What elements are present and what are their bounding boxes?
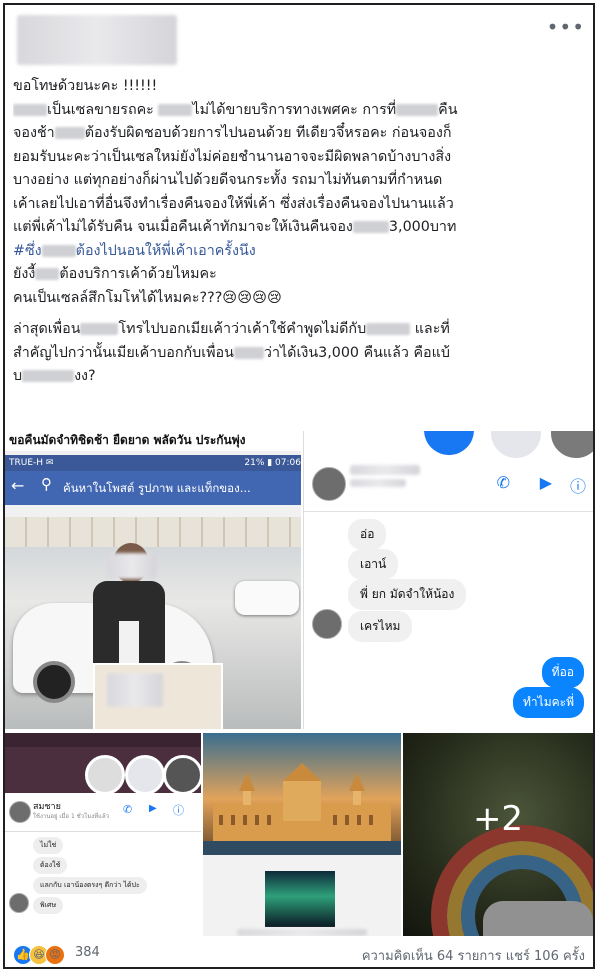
messenger-bubble xyxy=(488,431,544,461)
active-status: ใช้งานอยู่ เมื่อ 1 ชั่วโมงที่แล้ว xyxy=(33,813,110,820)
redacted-name xyxy=(35,268,60,280)
post-line: เป็นเซลขายรถคะ ไม่ได้ขายบริการทางเพศคะ ก… xyxy=(13,99,585,123)
chat-bubble-sent: ที่ออ xyxy=(541,657,584,688)
redacted-name xyxy=(158,103,193,116)
post-line: ล่าสุดเพื่อน โทรไปบอกเมียเค้าว่าเค้าใช้คำ… xyxy=(13,321,450,337)
chat-bubble: ต้องใช้ xyxy=(33,857,68,874)
more-horizontal-icon[interactable]: ••• xyxy=(547,15,585,39)
chat-bubble: เอาน์ xyxy=(348,549,399,580)
photo-profile-cover[interactable] xyxy=(203,733,401,936)
photo-grid: ขอคืนมัดจำทิชิดช้า ยืดยาด พลัดวัน ประกัน… xyxy=(5,431,593,936)
post-line: ยอมรับนะคะว่าเป็นเซลใหม่ยังไม่ค่อยชำนานอ… xyxy=(13,148,452,165)
redacted-name xyxy=(41,244,76,257)
chat-head-avatar xyxy=(548,431,593,461)
avatar xyxy=(312,467,346,501)
video-icon[interactable]: ▶ xyxy=(149,803,157,814)
post-line: ยังงี้ ต้องบริการเค้าด้วยไหมคะ xyxy=(13,266,217,282)
redacted-name xyxy=(54,127,85,139)
post-text: ขอโทษด้วยนะคะ !!!!!! เป็นเซลขายรถคะ ไม่ไ… xyxy=(13,75,585,389)
messenger-bubble xyxy=(424,431,474,455)
avatar xyxy=(9,893,29,913)
post-line: ขอโทษด้วยนะคะ !!!!!! xyxy=(13,78,158,94)
info-icon[interactable]: ⓘ xyxy=(570,473,586,497)
reaction-count[interactable]: 384 xyxy=(75,945,100,960)
phone-status-bar: TRUE-H ✉ 21% ▮ 07:06 xyxy=(5,455,301,471)
parliament-building xyxy=(213,763,391,843)
redacted-name xyxy=(366,323,411,335)
post-line: บางอย่าง แต่ทุกอย่างก็ผ่านไปด้วยดีจนกระท… xyxy=(13,172,443,188)
parked-car xyxy=(235,581,299,615)
avatar xyxy=(312,609,342,639)
post-line: แต่พี่เค้าไม่ได้รับคืน จนเมื่อคืนเค้าทัก… xyxy=(13,219,457,235)
chat-heads-bar xyxy=(5,733,201,795)
inset-photo xyxy=(93,663,223,729)
avatar xyxy=(9,801,31,823)
post-line: บงง? xyxy=(13,368,96,384)
info-icon[interactable]: ⓘ xyxy=(173,802,184,818)
post-line: คนเป็นเซลล์สึกโมโหได้ไหมคะ???😢😢😢😢 xyxy=(13,289,282,306)
blurred-name xyxy=(237,929,367,936)
chat-bubble: พิเศษ xyxy=(33,897,64,914)
more-photos-count[interactable]: +2 xyxy=(403,799,593,839)
river xyxy=(203,841,401,855)
redacted-name xyxy=(396,103,439,116)
call-icon[interactable]: ✆ xyxy=(497,473,510,492)
search-icon: ⚲ xyxy=(41,475,52,493)
chat-header: สมชาย ใช้งานอยู่ เมื่อ 1 ชั่วโมงที่แล้ว … xyxy=(5,795,201,832)
post-line: สำคัญไปกว่านั้นเมียเค้าบอกกับเพื่อน ว่าได… xyxy=(13,344,450,361)
redacted-name xyxy=(13,103,47,116)
profile-picture xyxy=(265,871,335,927)
blurred-face xyxy=(107,673,163,707)
search-placeholder: ค้นหาในโพสต์ รูปภาพ และแท็กของ... xyxy=(63,481,251,495)
photo-chat-screenshot[interactable]: ✆ ▶ ⓘ อ่อ เอาน์ พี่ ยก มัดจำให้น้อง เครไ… xyxy=(303,431,593,729)
redacted-name xyxy=(80,323,119,335)
chat-head-avatar xyxy=(163,755,201,795)
chat-header: ✆ ▶ ⓘ xyxy=(304,459,593,512)
chat-bubble: เครไหม xyxy=(348,611,413,642)
chat-bubble: พี่ ยก มัดจำให้น้อง xyxy=(348,579,467,610)
screenshot-banner: ขอคืนมัดจำทิชิดช้า ยืดยาด พลัดวัน ประกัน… xyxy=(5,431,301,451)
chat-bubble-sent: ทำไมคะพี่ xyxy=(513,687,584,718)
hashtag-line[interactable]: #ซึ่ง ต้องไปนอนให้พี่เค้าเอาครั้งนึง xyxy=(13,240,585,264)
blurred-face xyxy=(107,553,157,579)
photo-chat-screenshot-2[interactable]: สมชาย ใช้งานอยู่ เมื่อ 1 ชั่วโมงที่แล้ว … xyxy=(5,733,201,936)
post-line: เค้าเลยไปเอาที่อื่นจึงทำเรื่องคืนจองให้พ… xyxy=(13,195,454,212)
author-header-blurred xyxy=(17,15,177,65)
photo-more-overlay[interactable]: +2 xyxy=(403,733,593,936)
avatar xyxy=(85,755,125,795)
call-icon[interactable]: ✆ xyxy=(123,803,132,816)
chat-bubble: แลกกับ เอาน้องตรงๆ ดีกว่า ได้ปะ xyxy=(33,877,147,894)
post-footer: 👍 😆 😡 384 ความคิดเห็น 64 รายการ แชร์ 106… xyxy=(13,943,589,967)
angry-reaction-icon: 😡 xyxy=(45,945,65,965)
fb-search-bar: ← ⚲ ค้นหาในโพสต์ รูปภาพ และแท็กของ... xyxy=(5,471,301,505)
video-icon[interactable]: ▶ xyxy=(540,473,552,492)
post-line: จองช้า ต้องรับผิดชอบด้วยการไปนอนด้วย ทีเด… xyxy=(13,125,452,141)
chat-bubble: อ่อ xyxy=(348,519,387,550)
photo-screenshot-search[interactable]: ขอคืนมัดจำทิชิดช้า ยืดยาด พลัดวัน ประกัน… xyxy=(5,431,301,729)
redacted-name xyxy=(233,346,264,359)
back-arrow-icon: ← xyxy=(11,476,25,495)
redacted-name xyxy=(352,221,389,233)
chat-bubble: ไม่ใช่ xyxy=(33,837,64,854)
facebook-post-card: ••• ขอโทษด้วยนะคะ !!!!!! เป็นเซลขายรถคะ … xyxy=(3,3,595,969)
redacted-name xyxy=(22,370,75,382)
messenger-bubble xyxy=(125,755,165,795)
comments-shares-count[interactable]: ความคิดเห็น 64 รายการ แชร์ 106 ครั้ง xyxy=(362,945,585,966)
